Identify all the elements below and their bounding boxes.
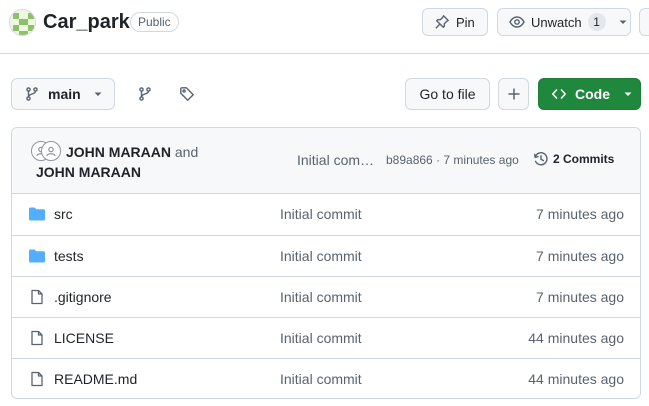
tags-button[interactable] bbox=[173, 80, 201, 108]
repo-owner-avatar[interactable] bbox=[9, 9, 36, 36]
plus-icon bbox=[507, 87, 521, 101]
commits-count: 2 Commits bbox=[553, 152, 615, 166]
tag-icon bbox=[179, 86, 195, 102]
folder-icon bbox=[28, 206, 46, 222]
eye-icon bbox=[509, 14, 525, 30]
repo-header: Car_park Public Pin Unwatch 1 bbox=[0, 0, 649, 54]
file-commit-message[interactable]: Initial commit bbox=[280, 206, 362, 222]
branch-selector[interactable]: main bbox=[11, 78, 115, 110]
code-label: Code bbox=[575, 86, 610, 102]
chevron-down-icon bbox=[623, 89, 633, 99]
latest-commit-bar: JOHN MARAAN and JOHN MARAAN Initial comm… bbox=[12, 128, 640, 194]
commit-authors: JOHN MARAAN and JOHN MARAAN bbox=[36, 142, 246, 182]
file-row[interactable]: README.md Initial commit 44 minutes ago bbox=[12, 358, 640, 398]
latest-commit-meta: b89a866 · 7 minutes ago bbox=[386, 153, 519, 167]
branch-name: main bbox=[48, 86, 81, 102]
commit-time: 7 minutes ago bbox=[443, 153, 519, 167]
file-commit-time: 44 minutes ago bbox=[528, 330, 624, 346]
unwatch-button[interactable]: Unwatch 1 bbox=[497, 8, 631, 36]
file-row[interactable]: src Initial commit 7 minutes ago bbox=[12, 194, 640, 235]
file-icon bbox=[29, 289, 45, 305]
file-name-link[interactable]: src bbox=[54, 206, 73, 222]
file-commit-message[interactable]: Initial commit bbox=[280, 330, 362, 346]
pin-label: Pin bbox=[456, 14, 475, 30]
file-commit-message[interactable]: Initial commit bbox=[280, 371, 362, 387]
file-commit-time: 7 minutes ago bbox=[536, 206, 624, 222]
history-icon bbox=[533, 151, 549, 167]
authors-conjunction: and bbox=[174, 144, 199, 160]
pin-icon bbox=[434, 14, 450, 30]
file-icon bbox=[29, 330, 45, 346]
file-icon bbox=[29, 371, 45, 387]
add-file-button[interactable] bbox=[498, 78, 529, 110]
file-commit-time: 7 minutes ago bbox=[536, 289, 624, 305]
file-name-link[interactable]: README.md bbox=[54, 371, 137, 387]
code-icon bbox=[551, 86, 567, 102]
commit-hash[interactable]: b89a866 bbox=[386, 153, 433, 167]
visibility-badge: Public bbox=[130, 12, 179, 32]
file-name-link[interactable]: tests bbox=[54, 248, 84, 264]
repo-name[interactable]: Car_park bbox=[43, 9, 130, 35]
git-branch-icon bbox=[137, 86, 153, 102]
unwatch-label: Unwatch bbox=[531, 14, 582, 30]
pin-button[interactable]: Pin bbox=[422, 8, 488, 36]
git-branch-icon bbox=[24, 86, 40, 102]
file-commit-message[interactable]: Initial commit bbox=[280, 248, 362, 264]
commit-author-link[interactable]: JOHN MARAAN bbox=[36, 164, 141, 180]
more-actions-button[interactable] bbox=[639, 8, 649, 36]
file-row[interactable]: LICENSE Initial commit 44 minutes ago bbox=[12, 317, 640, 358]
file-commit-message[interactable]: Initial commit bbox=[280, 289, 362, 305]
commit-author-link[interactable]: JOHN MARAAN bbox=[66, 144, 171, 160]
branches-button[interactable] bbox=[131, 80, 159, 108]
file-commit-time: 7 minutes ago bbox=[536, 248, 624, 264]
file-name-link[interactable]: .gitignore bbox=[54, 289, 112, 305]
file-row[interactable]: .gitignore Initial commit 7 minutes ago bbox=[12, 276, 640, 317]
code-button[interactable]: Code bbox=[538, 78, 641, 110]
file-row[interactable]: tests Initial commit 7 minutes ago bbox=[12, 235, 640, 276]
file-name-link[interactable]: LICENSE bbox=[54, 330, 114, 346]
chevron-down-icon bbox=[93, 89, 103, 99]
go-to-file-button[interactable]: Go to file bbox=[405, 78, 490, 110]
folder-icon bbox=[28, 248, 46, 264]
file-browser: JOHN MARAAN and JOHN MARAAN Initial comm… bbox=[11, 127, 641, 399]
file-commit-time: 44 minutes ago bbox=[528, 371, 624, 387]
meta-separator: · bbox=[436, 153, 441, 167]
commits-history-link[interactable]: 2 Commits bbox=[533, 151, 614, 167]
watch-count-badge: 1 bbox=[587, 13, 606, 31]
latest-commit-message[interactable]: Initial commit bbox=[297, 152, 377, 168]
chevron-down-icon bbox=[618, 17, 628, 27]
